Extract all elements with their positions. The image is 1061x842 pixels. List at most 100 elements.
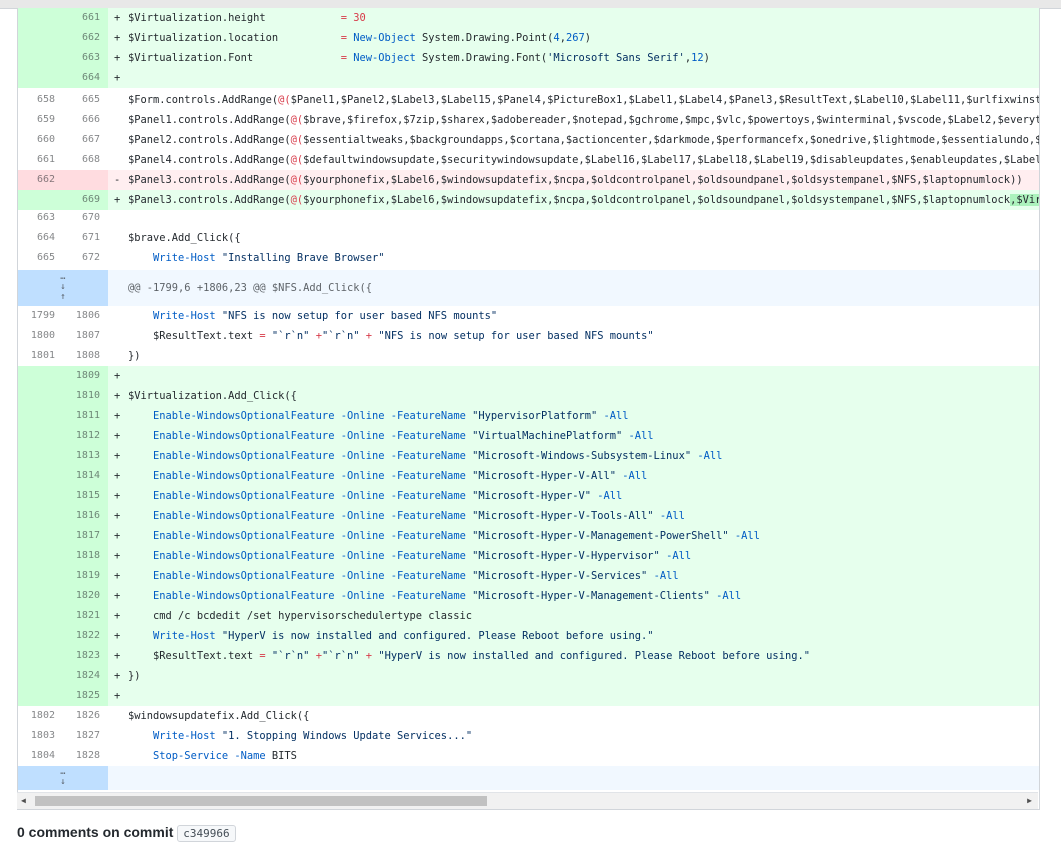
new-line-number[interactable]: 1827 — [63, 726, 108, 746]
code-token: -FeatureName — [390, 570, 466, 582]
new-line-number[interactable]: 669 — [63, 190, 108, 210]
new-line-number[interactable]: 666 — [63, 110, 108, 130]
old-line-number[interactable] — [18, 626, 63, 646]
new-line-number[interactable]: 1822 — [63, 626, 108, 646]
new-line-number[interactable]: 1824 — [63, 666, 108, 686]
old-line-number[interactable] — [18, 546, 63, 566]
expand-down-icon[interactable]: ⋯ ↓ — [18, 766, 108, 790]
old-line-number[interactable] — [18, 586, 63, 606]
old-line-number[interactable] — [18, 686, 63, 706]
new-line-number[interactable]: 672 — [63, 248, 108, 268]
new-line-number[interactable]: 1814 — [63, 466, 108, 486]
old-line-number[interactable]: 661 — [18, 150, 63, 170]
new-line-number[interactable]: 1807 — [63, 326, 108, 346]
old-line-number[interactable] — [18, 646, 63, 666]
old-line-number[interactable] — [18, 466, 63, 486]
new-line-number[interactable]: 1820 — [63, 586, 108, 606]
code-token: -FeatureName — [390, 530, 466, 542]
code-token: -All — [653, 570, 679, 582]
new-line-number[interactable]: 667 — [63, 130, 108, 150]
code-token: $yourphonefix,$Label6,$windowsupdatefix,… — [303, 174, 1023, 186]
old-line-number[interactable]: 665 — [18, 248, 63, 268]
old-line-number[interactable]: 1804 — [18, 746, 63, 766]
code-token: Stop-Service — [153, 750, 229, 762]
new-line-number[interactable]: 1812 — [63, 426, 108, 446]
new-line-number[interactable]: 1818 — [63, 546, 108, 566]
new-line-number[interactable]: 1821 — [63, 606, 108, 626]
new-line-number[interactable]: 664 — [63, 68, 108, 88]
diff-line: 1799 1806 Write-Host "NFS is now setup fo… — [18, 306, 1039, 326]
old-line-number[interactable] — [18, 190, 63, 210]
old-line-number[interactable]: 1802 — [18, 706, 63, 726]
old-line-number[interactable] — [18, 28, 63, 48]
new-line-number[interactable]: 665 — [63, 90, 108, 110]
old-line-number[interactable]: 1800 — [18, 326, 63, 346]
code-token: @( — [290, 134, 304, 146]
old-line-number[interactable]: 658 — [18, 90, 63, 110]
new-line-number[interactable]: 1817 — [63, 526, 108, 546]
new-line-number[interactable]: 1826 — [63, 706, 108, 726]
old-line-number[interactable] — [18, 366, 63, 386]
new-line-number[interactable]: 1810 — [63, 386, 108, 406]
new-line-number[interactable] — [63, 170, 108, 190]
new-line-number[interactable]: 1809 — [63, 366, 108, 386]
horizontal-scrollbar[interactable]: ◀ ▶ — [17, 792, 1038, 809]
new-line-number[interactable]: 1815 — [63, 486, 108, 506]
code-text: Enable-WindowsOptionalFeature -Online -F… — [128, 426, 654, 446]
diff-line: 1822 + Write-Host "HyperV is now installe… — [18, 626, 1039, 646]
new-line-number[interactable]: 663 — [63, 48, 108, 68]
addition-marker: + — [114, 32, 121, 44]
old-line-number[interactable]: 659 — [18, 110, 63, 130]
old-line-number[interactable] — [18, 486, 63, 506]
new-line-number[interactable]: 1806 — [63, 306, 108, 326]
new-line-number[interactable]: 1819 — [63, 566, 108, 586]
old-line-number[interactable] — [18, 48, 63, 68]
new-line-number[interactable]: 661 — [63, 8, 108, 28]
code-token: Enable-WindowsOptionalFeature — [153, 590, 335, 602]
diff-line: 661 + $Virtualization.height = 30 — [18, 8, 1039, 28]
code-text: Enable-WindowsOptionalFeature -Online -F… — [128, 506, 685, 526]
old-line-number[interactable] — [18, 386, 63, 406]
old-line-number[interactable]: 660 — [18, 130, 63, 150]
old-line-number[interactable]: 1803 — [18, 726, 63, 746]
new-line-number[interactable]: 1823 — [63, 646, 108, 666]
old-line-number[interactable] — [18, 526, 63, 546]
addition-marker: + — [114, 690, 121, 702]
old-line-number[interactable]: 1801 — [18, 346, 63, 366]
commit-sha-badge[interactable]: c349966 — [177, 824, 236, 842]
code-token: Enable-WindowsOptionalFeature — [153, 530, 335, 542]
old-line-number[interactable] — [18, 406, 63, 426]
old-line-number[interactable]: 1799 — [18, 306, 63, 326]
code-token: Enable-WindowsOptionalFeature — [153, 510, 335, 522]
new-line-number[interactable]: 668 — [63, 150, 108, 170]
old-line-number[interactable] — [18, 446, 63, 466]
diff-line: 660 667 $Panel2.controls.AddRange(@($essen… — [18, 130, 1039, 150]
new-line-number[interactable]: 1828 — [63, 746, 108, 766]
new-line-number[interactable]: 1808 — [63, 346, 108, 366]
diff-line: 1825 + — [18, 686, 1039, 706]
code-token: -All — [603, 410, 629, 422]
scroll-right-arrow-icon[interactable]: ▶ — [1027, 796, 1032, 805]
old-line-number[interactable] — [18, 8, 63, 28]
old-line-number[interactable] — [18, 666, 63, 686]
new-line-number[interactable]: 671 — [63, 228, 108, 248]
code-token: -Name — [234, 750, 266, 762]
expand-up-down-icon[interactable]: ⋯ ↓ ↑ — [18, 270, 108, 306]
new-line-number[interactable]: 1813 — [63, 446, 108, 466]
scrollbar-thumb[interactable] — [35, 796, 487, 806]
scroll-left-arrow-icon[interactable]: ◀ — [21, 796, 26, 805]
old-line-number[interactable]: 663 — [18, 208, 63, 228]
new-line-number[interactable]: 662 — [63, 28, 108, 48]
old-line-number[interactable] — [18, 68, 63, 88]
old-line-number[interactable] — [18, 506, 63, 526]
new-line-number[interactable]: 1825 — [63, 686, 108, 706]
new-line-number[interactable]: 1811 — [63, 406, 108, 426]
new-line-number[interactable]: 670 — [63, 208, 108, 228]
old-line-number[interactable] — [18, 566, 63, 586]
new-line-number[interactable]: 1816 — [63, 506, 108, 526]
old-line-number[interactable]: 664 — [18, 228, 63, 248]
old-line-number[interactable] — [18, 606, 63, 626]
old-line-number[interactable]: 662 — [18, 170, 63, 190]
old-line-number[interactable] — [18, 426, 63, 446]
